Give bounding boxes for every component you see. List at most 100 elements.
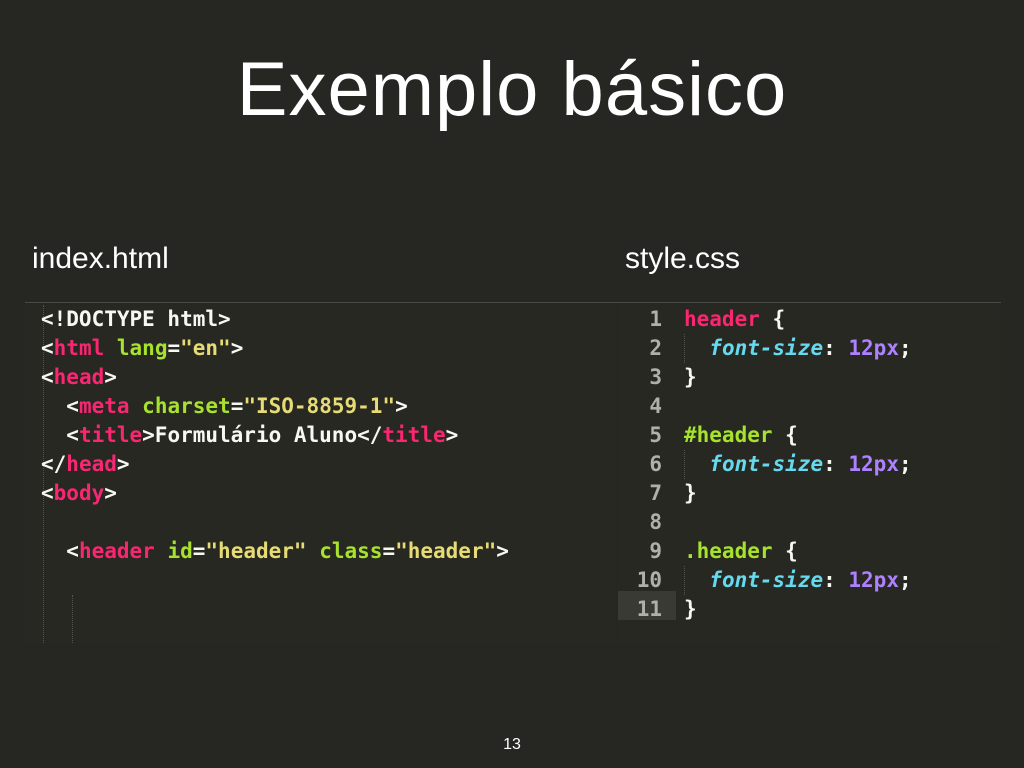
code-token: header (684, 307, 760, 331)
code-token: { (759, 307, 786, 331)
css-code-line: } (684, 479, 697, 508)
code-token: font-size (709, 452, 824, 476)
code-token: > (104, 365, 117, 389)
code-token: > (395, 394, 408, 418)
code-token: title (78, 423, 143, 447)
code-token: <!DOCTYPE html> (41, 307, 231, 331)
code-token: >Formulário Aluno</ (142, 423, 383, 447)
line-number: 11 (636, 597, 662, 621)
css-code-line: header { (684, 305, 785, 334)
css-file-label: style.css (625, 242, 741, 275)
indent-guide (72, 595, 73, 643)
code-token: 12px (848, 568, 899, 592)
code-token: title (382, 423, 446, 447)
code-token: < (41, 481, 54, 505)
line-number: 9 (649, 539, 662, 563)
code-token: : (823, 336, 849, 360)
line-number: 7 (649, 481, 662, 505)
line-number: 10 (636, 568, 662, 592)
html-code-line: <meta charset="ISO-8859-1"> (41, 392, 408, 421)
code-token: > (496, 539, 509, 563)
code-token: } (684, 481, 697, 505)
slide-title: Exemplo básico (236, 47, 788, 132)
html-file-label: index.html (32, 242, 169, 275)
css-code-line: } (684, 363, 697, 392)
line-number: 6 (649, 452, 662, 476)
code-token: </ (41, 452, 67, 476)
code-token: < (41, 539, 79, 563)
code-token: < (41, 336, 54, 360)
html-code-line: </head> (41, 450, 130, 479)
code-token: > (445, 423, 459, 447)
code-token: "header" (395, 539, 497, 563)
code-token: head (66, 452, 117, 476)
line-number: 3 (649, 365, 662, 389)
html-code-line: <body> (41, 479, 117, 508)
code-token: = (167, 336, 181, 360)
code-token: { (772, 539, 798, 563)
code-token: < (41, 423, 79, 447)
code-token: ; (898, 568, 912, 592)
code-token: "header" (205, 539, 307, 563)
code-token: header (78, 539, 155, 563)
code-token: html (53, 336, 105, 360)
html-code-line: <title>Formulário Aluno</title> (41, 421, 458, 450)
code-token: } (684, 597, 697, 621)
header-divider (25, 302, 1001, 303)
css-code-line: } (684, 595, 697, 624)
code-token: charset (142, 394, 231, 418)
code-token: > (104, 481, 117, 505)
code-token: lang (116, 336, 168, 360)
code-token: > (116, 452, 130, 476)
html-code-line: <html lang="en"> (41, 334, 243, 363)
code-token: #header (684, 423, 773, 447)
code-token: font-size (709, 568, 824, 592)
code-token: "ISO-8859-1" (243, 394, 396, 418)
css-code-line: #header { (684, 421, 798, 450)
code-token: 12px (848, 452, 899, 476)
css-code-line: font-size: 12px; (684, 450, 912, 479)
css-code-editor[interactable]: 1 header {2 font-size: 12px; 3} 4 5 #header {… (618, 305, 1001, 643)
code-token: < (41, 365, 54, 389)
line-number: 5 (649, 423, 662, 447)
html-code-line: <header id="header" class="header"> (41, 537, 509, 566)
code-token: : (823, 568, 849, 592)
html-code-line: <!DOCTYPE html> (41, 305, 231, 334)
code-token: } (684, 365, 697, 389)
code-token: : (823, 452, 849, 476)
code-token: > (230, 336, 244, 360)
code-token: 12px (848, 336, 899, 360)
code-token: head (53, 365, 105, 389)
css-code-line: font-size: 12px; (684, 334, 912, 363)
css-code-line: .header { (684, 537, 798, 566)
page-number: 13 (503, 736, 521, 753)
code-token: "en" (180, 336, 231, 360)
html-code-editor[interactable]: <!DOCTYPE html> <html lang="en"> <head> <m… (25, 305, 615, 643)
code-token: < (41, 394, 79, 418)
line-number: 2 (649, 336, 662, 360)
line-number: 4 (649, 394, 662, 418)
code-token: = (382, 539, 396, 563)
line-number: 1 (649, 307, 662, 331)
code-token: body (53, 481, 105, 505)
code-token: class (319, 539, 383, 563)
line-number: 8 (649, 510, 662, 534)
code-token: = (192, 539, 206, 563)
code-token: id (167, 539, 193, 563)
code-token: font-size (709, 336, 824, 360)
html-code-line: <head> (41, 363, 117, 392)
code-token: { (772, 423, 798, 447)
code-token: ; (898, 336, 912, 360)
code-token: = (230, 394, 244, 418)
css-code-line: font-size: 12px; (684, 566, 912, 595)
code-token: .header (684, 539, 773, 563)
code-token: meta (78, 394, 130, 418)
code-token: ; (898, 452, 912, 476)
